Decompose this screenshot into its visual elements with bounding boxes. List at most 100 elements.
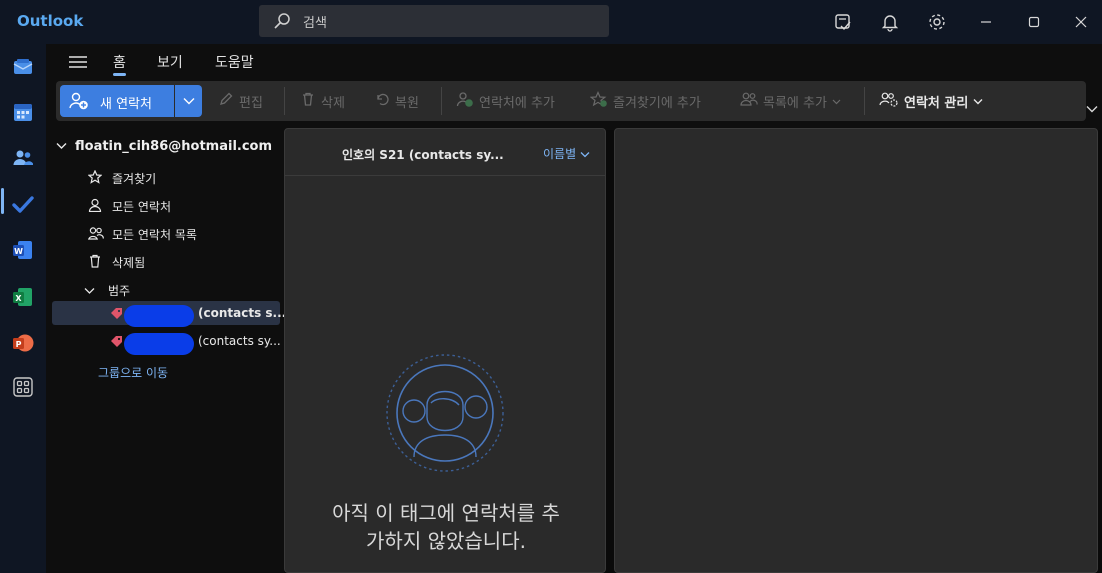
command-area: 홈 보기 도움말 새 연락처 편집 삭제 복원 연락처에 추가 즐겨찾기에 추가… (46, 44, 1102, 130)
rail-selection-indicator (1, 188, 4, 214)
folder-label: 즐겨찾기 (112, 172, 157, 186)
excel-icon[interactable]: X (8, 282, 38, 312)
gear-icon[interactable] (926, 11, 948, 33)
category-label: (contacts sy... (198, 334, 281, 348)
tab-view[interactable]: 보기 (157, 52, 183, 72)
category-item[interactable]: (contacts sy... (52, 329, 281, 355)
edit-label: 편집 (239, 95, 263, 111)
todo-icon[interactable] (8, 189, 38, 219)
add-to-list-button[interactable]: 목록에 추가 (740, 91, 841, 111)
tag-icon (110, 307, 123, 323)
ribbon-separator (441, 87, 442, 115)
hamburger-menu-icon[interactable] (68, 54, 88, 70)
delete-button[interactable]: 삭제 (300, 91, 345, 111)
svg-text:W: W (14, 247, 23, 256)
add-to-contacts-label: 연락처에 추가 (479, 95, 555, 111)
word-icon[interactable]: W (8, 235, 38, 265)
app-rail: W X P (0, 44, 46, 573)
svg-text:X: X (15, 294, 22, 303)
empty-message-line: 아직 이 태그에 연락처를 추 (332, 501, 560, 525)
contact-list-pane: 인호의 S21 (contacts sy... 이름별 아직 이 태그에 연락처… (284, 128, 606, 573)
bell-icon[interactable] (879, 11, 901, 33)
person-icon (88, 198, 102, 215)
chevron-down-icon (183, 94, 195, 109)
folder-pane: floatin_cih86@hotmail.com 즐겨찾기 모든 연락처 모든… (46, 130, 286, 573)
mail-icon[interactable] (8, 52, 38, 82)
add-to-list-label: 목록에 추가 (763, 95, 827, 111)
search-placeholder: 검색 (303, 16, 327, 31)
restore-button[interactable]: 복원 (374, 91, 419, 111)
close-button[interactable] (1061, 8, 1101, 36)
maximize-button[interactable] (1014, 8, 1054, 36)
person-add-icon (69, 92, 89, 114)
new-contact-dropdown[interactable] (175, 85, 202, 117)
active-tab-indicator (113, 73, 126, 76)
add-to-favorites-label: 즐겨찾기에 추가 (613, 95, 701, 111)
edit-button[interactable]: 편집 (218, 91, 263, 111)
category-item[interactable]: (contacts s... (52, 301, 286, 327)
chevron-down-icon (84, 284, 95, 298)
folder-all-contact-lists[interactable]: 모든 연락처 목록 (52, 221, 280, 245)
ribbon-toolbar: 새 연락처 편집 삭제 복원 연락처에 추가 즐겨찾기에 추가 목록에 추가 연… (56, 81, 1086, 121)
title-bar: Outlook 검색 (0, 0, 1102, 44)
search-box[interactable]: 검색 (259, 5, 609, 37)
star-add-icon (589, 91, 608, 111)
manage-contacts-button[interactable]: 연락처 관리 (879, 91, 983, 111)
calendar-icon[interactable] (8, 97, 38, 127)
people-icon (740, 91, 758, 111)
account-node[interactable]: floatin_cih86@hotmail.com (56, 139, 272, 154)
folder-label: 삭제됨 (112, 256, 146, 270)
list-title: 인호의 S21 (contacts sy... (342, 148, 504, 162)
folder-all-contacts[interactable]: 모든 연락처 (52, 193, 280, 217)
tab-home[interactable]: 홈 (113, 52, 126, 72)
empty-state-message: 아직 이 태그에 연락처를 추 가하지 않았습니다. (295, 499, 597, 555)
go-to-groups-link[interactable]: 그룹으로 이동 (98, 364, 168, 381)
people-icon[interactable] (8, 143, 38, 173)
restore-label: 복원 (395, 95, 419, 111)
ribbon-expand-icon[interactable] (1086, 102, 1098, 117)
powerpoint-icon[interactable]: P (8, 328, 38, 358)
undo-icon (374, 91, 390, 111)
minimize-button[interactable] (966, 8, 1006, 36)
chevron-down-icon (580, 147, 590, 161)
new-contact-label: 새 연락처 (100, 97, 152, 112)
categories-node[interactable]: 범주 (52, 277, 280, 301)
chevron-down-icon (973, 94, 983, 109)
app-title: Outlook (17, 12, 84, 30)
folder-label: 모든 연락처 (112, 200, 172, 214)
categories-label: 범주 (108, 284, 131, 298)
reading-pane (614, 128, 1098, 573)
pencil-icon (218, 91, 234, 111)
delete-label: 삭제 (321, 95, 345, 111)
redacted-name-mark (124, 333, 194, 355)
manage-contacts-label: 연락처 관리 (904, 95, 969, 111)
people-settings-icon (879, 91, 899, 111)
add-to-favorites-button[interactable]: 즐겨찾기에 추가 (589, 91, 701, 111)
person-add-icon (456, 91, 474, 111)
sort-label: 이름별 (543, 147, 577, 161)
redacted-name-mark (124, 305, 194, 327)
chevron-down-icon (56, 139, 67, 154)
trash-icon (300, 91, 316, 111)
chevron-down-icon (832, 94, 841, 109)
list-header: 인호의 S21 (contacts sy... 이름별 (285, 129, 605, 176)
more-apps-icon[interactable] (8, 372, 38, 402)
new-contact-button[interactable]: 새 연락처 (60, 85, 174, 117)
tag-icon (110, 335, 123, 351)
ribbon-separator (284, 87, 285, 115)
svg-text:P: P (16, 340, 22, 349)
my-day-icon[interactable] (832, 11, 854, 33)
folder-label: 모든 연락처 목록 (112, 228, 197, 242)
folder-deleted[interactable]: 삭제됨 (52, 249, 280, 273)
trash-icon (88, 254, 102, 271)
category-label: (contacts s... (198, 306, 287, 320)
sort-by-name-button[interactable]: 이름별 (543, 145, 590, 162)
search-icon (273, 12, 291, 34)
folder-favorites[interactable]: 즐겨찾기 (52, 165, 280, 189)
ribbon-separator (864, 87, 865, 115)
people-icon (87, 226, 104, 243)
star-icon (87, 169, 103, 187)
add-to-contacts-button[interactable]: 연락처에 추가 (456, 91, 555, 111)
empty-contacts-illustration (384, 353, 506, 477)
tab-help[interactable]: 도움말 (215, 52, 254, 72)
